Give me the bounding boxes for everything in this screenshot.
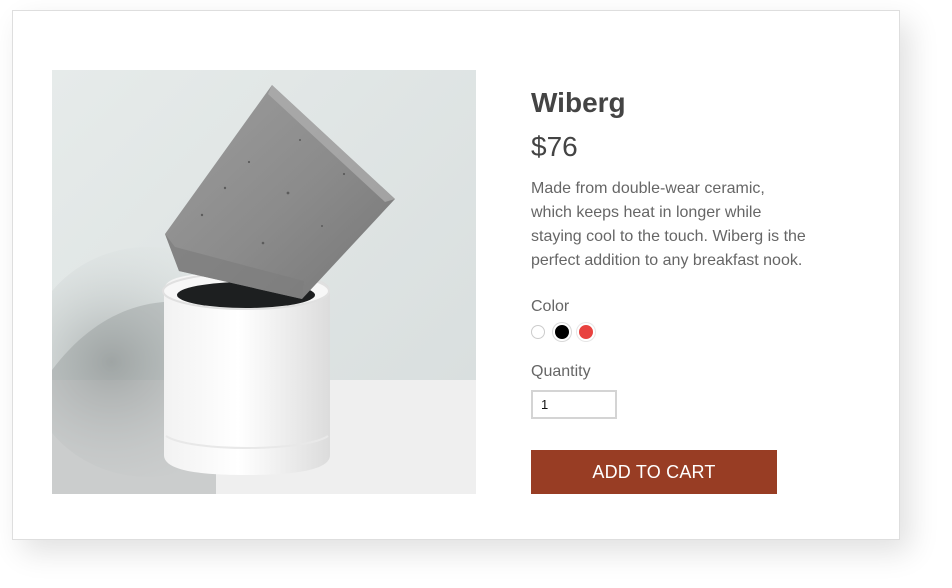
color-swatch-red[interactable] — [579, 325, 593, 339]
product-description: Made from double-wear ceramic, which kee… — [531, 180, 806, 269]
color-swatch-black[interactable] — [555, 325, 569, 339]
product-title: Wiberg — [531, 87, 626, 118]
product-card: Wiberg $76 Made from double-wear ceramic… — [12, 10, 900, 540]
quantity-label: Quantity — [531, 363, 591, 380]
color-label: Color — [531, 298, 570, 315]
add-to-cart-button[interactable]: ADD TO CART — [531, 450, 777, 494]
color-swatches — [531, 325, 831, 339]
product-image — [52, 70, 476, 494]
product-details: Wiberg $76 Made from double-wear ceramic… — [531, 87, 831, 494]
color-swatch-white[interactable] — [531, 325, 545, 339]
product-price: $76 — [531, 131, 578, 162]
quantity-input[interactable] — [531, 390, 617, 419]
product-image-illustration — [52, 70, 476, 494]
